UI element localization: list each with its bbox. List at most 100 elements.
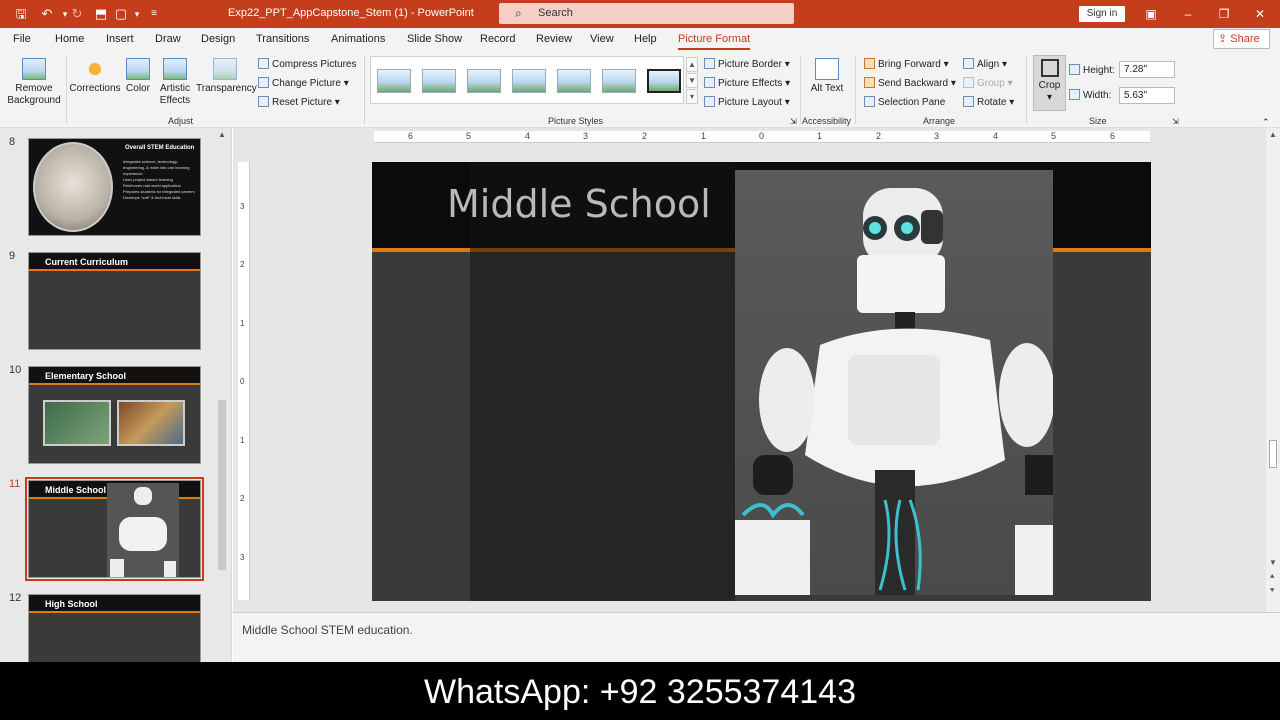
width-input[interactable]: 5.63" — [1119, 87, 1175, 104]
undo-icon[interactable]: ↶ — [38, 5, 56, 23]
gallery-more-icon[interactable]: ▾ — [686, 89, 698, 104]
selection-pane-label: Selection Pane — [878, 97, 946, 108]
picture-layout-icon — [704, 96, 715, 107]
slide-thumbnail-9[interactable]: Current Curriculum — [28, 252, 201, 350]
slide-thumbnail-12[interactable]: High School — [28, 594, 201, 662]
customize-toolbar-icon[interactable]: ≡ — [145, 5, 163, 23]
gallery-up-icon[interactable]: ▲ — [686, 57, 698, 72]
notes-pane[interactable]: Middle School STEM education. — [233, 612, 1280, 662]
scroll-up-icon[interactable]: ▲ — [1269, 130, 1277, 139]
remove-background-label: Remove Background — [7, 83, 61, 106]
corrections-button[interactable]: Corrections — [68, 58, 122, 95]
previous-slide-icon[interactable]: ⯅ — [1269, 572, 1275, 582]
tab-design[interactable]: Design — [201, 33, 235, 45]
thumbnail-bullets: Integrates science, technology, engineer… — [123, 159, 195, 200]
compress-icon — [258, 58, 269, 69]
redo-icon[interactable]: ↻ — [68, 5, 86, 23]
picture-style-4[interactable] — [512, 69, 546, 93]
rotate-button[interactable]: Rotate ▾ — [963, 96, 1014, 109]
speaker-notes-text[interactable]: Middle School STEM education. — [242, 623, 413, 637]
shapes-dropdown-icon[interactable]: ▾ — [128, 5, 146, 23]
picture-layout-button[interactable]: Picture Layout ▾ — [704, 96, 790, 109]
picture-border-button[interactable]: Picture Border ▾ — [704, 58, 790, 71]
close-icon[interactable]: ✕ — [1249, 4, 1271, 24]
present-icon[interactable]: ⬒ — [92, 5, 110, 23]
picture-style-5[interactable] — [557, 69, 591, 93]
group-button[interactable]: Group ▾ — [963, 77, 1013, 90]
bring-forward-button[interactable]: Bring Forward ▾ — [864, 58, 949, 71]
collapse-ribbon-icon[interactable]: ⌃ — [1262, 116, 1270, 128]
picture-layout-label: Picture Layout — [718, 97, 782, 108]
scroll-up-icon[interactable]: ▲ — [218, 130, 226, 139]
remove-background-button[interactable]: Remove Background — [6, 58, 62, 107]
compress-pictures-button[interactable]: Compress Pictures — [258, 58, 356, 71]
reset-picture-button[interactable]: Reset Picture ▾ — [258, 96, 340, 109]
rotate-icon — [963, 96, 974, 107]
picture-style-2[interactable] — [422, 69, 456, 93]
minimize-icon[interactable]: – — [1177, 4, 1199, 24]
change-picture-button[interactable]: Change Picture ▾ — [258, 77, 349, 90]
tab-file[interactable]: File — [13, 33, 31, 45]
picture-style-1[interactable] — [377, 69, 411, 93]
scroll-down-icon[interactable]: ▼ — [1269, 558, 1277, 567]
tab-help[interactable]: Help — [634, 33, 657, 45]
tab-draw[interactable]: Draw — [155, 33, 181, 45]
tab-insert[interactable]: Insert — [106, 33, 134, 45]
tab-animations[interactable]: Animations — [331, 33, 385, 45]
alt-text-button[interactable]: Alt Text — [808, 58, 846, 95]
picture-style-6[interactable] — [602, 69, 636, 93]
sign-in-button[interactable]: Sign in — [1079, 6, 1125, 22]
color-icon — [126, 58, 150, 80]
canvas-scrollbar[interactable]: ▲ ▼ ⯅ ⯆ — [1266, 128, 1280, 612]
color-button[interactable]: Color — [123, 58, 153, 95]
tab-review[interactable]: Review — [536, 33, 572, 45]
share-label: Share — [1230, 33, 1260, 45]
gallery-down-icon[interactable]: ▼ — [686, 73, 698, 88]
bring-forward-label: Bring Forward — [878, 59, 941, 70]
vertical-ruler: 3 2 1 0 1 2 3 — [238, 162, 250, 600]
tab-slide-show[interactable]: Slide Show — [407, 33, 462, 45]
slide-content-panel — [470, 162, 735, 601]
restore-icon[interactable]: ❐ — [1213, 4, 1235, 24]
slide-thumbnail-8[interactable]: Overall STEM Education Integrates scienc… — [28, 138, 201, 236]
slide-number: 10 — [9, 364, 22, 376]
next-slide-icon[interactable]: ⯆ — [1269, 586, 1275, 596]
tab-record[interactable]: Record — [480, 33, 515, 45]
send-backward-button[interactable]: Send Backward ▾ — [864, 77, 956, 90]
slide-thumbnail-10[interactable]: Elementary School — [28, 366, 201, 464]
picture-style-7[interactable] — [647, 69, 681, 93]
crop-button[interactable]: Crop ▾ — [1033, 55, 1066, 111]
search-box[interactable]: ⌕ Search — [499, 3, 794, 24]
picture-effects-button[interactable]: Picture Effects ▾ — [704, 77, 790, 90]
selection-pane-button[interactable]: Selection Pane — [864, 96, 945, 109]
tab-transitions[interactable]: Transitions — [256, 33, 309, 45]
slide-title[interactable]: Middle School — [447, 182, 711, 226]
scrollbar-thumb[interactable] — [1269, 440, 1277, 468]
slide-thumbnail-11[interactable]: Middle School — [25, 477, 204, 581]
robot-picture[interactable] — [735, 170, 1053, 595]
share-button[interactable]: ⇪ Share — [1213, 29, 1270, 49]
height-input[interactable]: 7.28" — [1119, 61, 1175, 78]
selection-pane-icon — [864, 96, 875, 107]
artistic-effects-button[interactable]: Artistic Effects — [155, 58, 195, 107]
save-icon[interactable]: 🖫 — [12, 5, 30, 23]
tab-view[interactable]: View — [590, 33, 614, 45]
ribbon-display-icon[interactable]: ▣ — [1140, 4, 1162, 24]
tab-home[interactable]: Home — [55, 33, 84, 45]
picture-styles-gallery — [370, 56, 684, 104]
transparency-button[interactable]: Transparency — [196, 58, 257, 95]
thumbnail-title: High School — [45, 599, 98, 609]
picture-style-3[interactable] — [467, 69, 501, 93]
transparency-label: Transparency — [196, 83, 257, 94]
contact-banner: WhatsApp: +92 3255374143 — [0, 662, 1280, 720]
align-button[interactable]: Align ▾ — [963, 58, 1007, 71]
size-dialog-launcher-icon[interactable]: ⇲ — [1172, 116, 1179, 128]
current-slide[interactable]: Middle School — [372, 162, 1151, 601]
tab-picture-format[interactable]: Picture Format — [678, 33, 751, 50]
divider — [364, 56, 365, 124]
scrollbar-thumb[interactable] — [218, 400, 226, 570]
thumbnail-scrollbar[interactable]: ▲ — [216, 130, 228, 660]
group-icon — [963, 77, 974, 88]
thumbnail-title: Overall STEM Education — [125, 145, 195, 151]
styles-dialog-launcher-icon[interactable]: ⇲ — [790, 116, 797, 128]
